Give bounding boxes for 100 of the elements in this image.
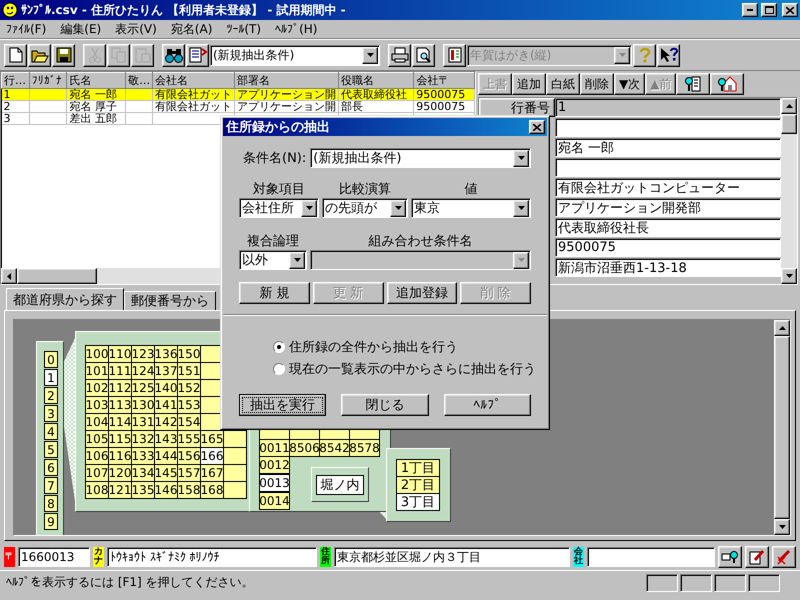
menu-item[interactable]: ﾍﾙﾌﾟ(H) [275, 22, 318, 36]
area-code-cell[interactable]: 123 [131, 345, 155, 363]
column-header[interactable]: 役職名 [338, 72, 414, 88]
area-code-cell[interactable]: 104 [85, 413, 109, 431]
area-code-cell[interactable]: 114 [108, 413, 132, 431]
search-tab[interactable]: 都道府県から探す [6, 288, 124, 310]
record-button[interactable]: 削除 [580, 73, 614, 95]
area-code-cell[interactable]: 151 [177, 362, 201, 380]
column-header[interactable]: 行… [2, 72, 30, 88]
area-code-cell[interactable]: 168 [200, 481, 224, 499]
column-header[interactable]: ﾌﾘｶﾞﾅ [29, 72, 67, 88]
area-code-cell[interactable]: 106 [85, 447, 109, 465]
digit-cell[interactable]: 0 [44, 351, 58, 368]
district-cell[interactable]: 1丁目 [396, 459, 440, 477]
dialog-button[interactable]: 閉じる [341, 394, 429, 416]
digit-cell[interactable]: 1 [44, 369, 58, 386]
area-code-cell[interactable]: 136 [154, 345, 178, 363]
area-code-cell[interactable]: 101 [85, 362, 109, 380]
column-header[interactable]: 会社〒 [414, 72, 474, 88]
context-help-button[interactable] [657, 44, 680, 66]
company-search-button[interactable] [676, 73, 710, 95]
area-code-cell[interactable]: 131 [131, 413, 155, 431]
print-preview-button[interactable] [412, 44, 435, 66]
edit-button[interactable] [745, 546, 769, 568]
area-code-cell[interactable]: 156 [177, 447, 201, 465]
area-code-cell[interactable]: 134 [131, 464, 155, 482]
column-header[interactable]: 会社名 [152, 72, 235, 88]
record-button[interactable]: 白紙 [546, 73, 580, 95]
record-field[interactable]: 新潟市沼垂西1-13-18 [555, 258, 781, 277]
postal-code-cell[interactable]: 0014 [259, 492, 290, 510]
column-header[interactable]: 敬… [126, 72, 153, 88]
condition-dropdown[interactable]: (新規抽出条件) [310, 148, 531, 168]
area-code-cell[interactable]: 108 [85, 481, 109, 499]
zip-field[interactable]: 1660013 [18, 547, 90, 567]
area-code-cell[interactable]: 158 [177, 481, 201, 499]
menu-item[interactable]: 宛名(A) [170, 20, 212, 38]
district-cell[interactable]: 3丁目 [396, 493, 440, 511]
area-code-cell[interactable]: 115 [108, 430, 132, 448]
find-button[interactable] [162, 44, 185, 66]
lookup-button[interactable] [718, 546, 742, 568]
digit-cell[interactable]: 5 [44, 441, 58, 458]
menu-item[interactable]: ﾌｧｲﾙ(F) [6, 22, 46, 36]
combination-dropdown[interactable] [310, 250, 531, 270]
radio-button[interactable] [273, 363, 285, 375]
record-field[interactable]: 代表取締役社長 [555, 218, 781, 237]
search-tab[interactable]: 郵便番号から [124, 291, 216, 310]
postal-code-cell[interactable]: 0012 [259, 456, 290, 474]
record-button[interactable]: ▼次 [614, 73, 646, 95]
row-number-cell[interactable]: 3 [2, 112, 30, 124]
kana-field[interactable]: ﾄｳｷｮｳﾄ ｽｷﾞﾅﾐｸ ﾎﾘﾉｳﾁ [107, 547, 317, 567]
area-code-cell[interactable]: 155 [177, 430, 201, 448]
radio-label[interactable]: 現在の一覧表示の中からさらに抽出を行う [289, 360, 536, 378]
record-field[interactable] [555, 158, 781, 177]
open-button[interactable] [28, 44, 51, 66]
column-header[interactable]: 部署名 [234, 72, 339, 88]
area-code-cell[interactable]: 166 [200, 447, 224, 465]
digit-cell[interactable]: 2 [44, 387, 58, 404]
digit-cell[interactable]: 7 [44, 477, 58, 494]
condition-dropdown[interactable]: (新規抽出条件) [210, 44, 380, 66]
area-code-cell[interactable]: 137 [154, 362, 178, 380]
company-field[interactable] [587, 547, 715, 567]
area-code-cell[interactable]: 121 [108, 481, 132, 499]
target-dropdown[interactable]: 会社住所 [239, 198, 319, 218]
column-header[interactable]: 氏名 [66, 72, 126, 88]
value-dropdown[interactable]: 東京 [411, 198, 531, 218]
home-search-button[interactable] [710, 73, 744, 95]
row-number-cell[interactable]: 1 [2, 88, 30, 100]
extract-button[interactable] [186, 44, 209, 66]
maximize-button[interactable] [761, 3, 777, 17]
area-code-cell[interactable]: 120 [108, 464, 132, 482]
area-code-cell[interactable]: 125 [131, 379, 155, 397]
area-code-cell[interactable]: 140 [154, 379, 178, 397]
record-field[interactable] [555, 118, 781, 137]
area-code-cell[interactable]: 100 [85, 345, 109, 363]
scroll-thumb[interactable] [17, 268, 97, 284]
area-code-cell[interactable]: 132 [131, 430, 155, 448]
record-field[interactable]: 9500075 [555, 238, 781, 257]
menu-item[interactable]: 表示(V) [115, 20, 157, 38]
postal-code-cell[interactable]: 8542 [319, 439, 350, 457]
condition-button[interactable]: 追加登録 [386, 282, 458, 304]
area-code-cell[interactable]: 165 [200, 430, 224, 448]
digit-cell[interactable]: 6 [44, 459, 58, 476]
area-code-cell[interactable]: 152 [177, 379, 201, 397]
menu-item[interactable]: ﾂｰﾙ(T) [226, 22, 262, 36]
record-button[interactable]: 追加 [512, 73, 546, 95]
new-button[interactable] [4, 44, 27, 66]
scroll-thumb[interactable] [781, 114, 797, 134]
save-button[interactable] [52, 44, 75, 66]
area-code-cell[interactable]: 154 [177, 413, 201, 431]
address-field[interactable]: 東京都杉並区堀ノ内３丁目 [334, 547, 570, 567]
area-code-cell[interactable]: 102 [85, 379, 109, 397]
area-code-cell[interactable]: 113 [108, 396, 132, 414]
record-field[interactable]: 有限会社ガットコンピューター [555, 178, 781, 197]
menu-item[interactable]: 編集(E) [60, 20, 102, 38]
dialog-button[interactable]: ﾍﾙﾌﾟ [444, 394, 531, 416]
layout-button[interactable] [443, 44, 466, 66]
area-code-cell[interactable]: 167 [200, 464, 224, 482]
area-code-cell[interactable]: 141 [154, 396, 178, 414]
minimize-button[interactable] [742, 3, 758, 17]
area-code-cell[interactable]: 112 [108, 379, 132, 397]
